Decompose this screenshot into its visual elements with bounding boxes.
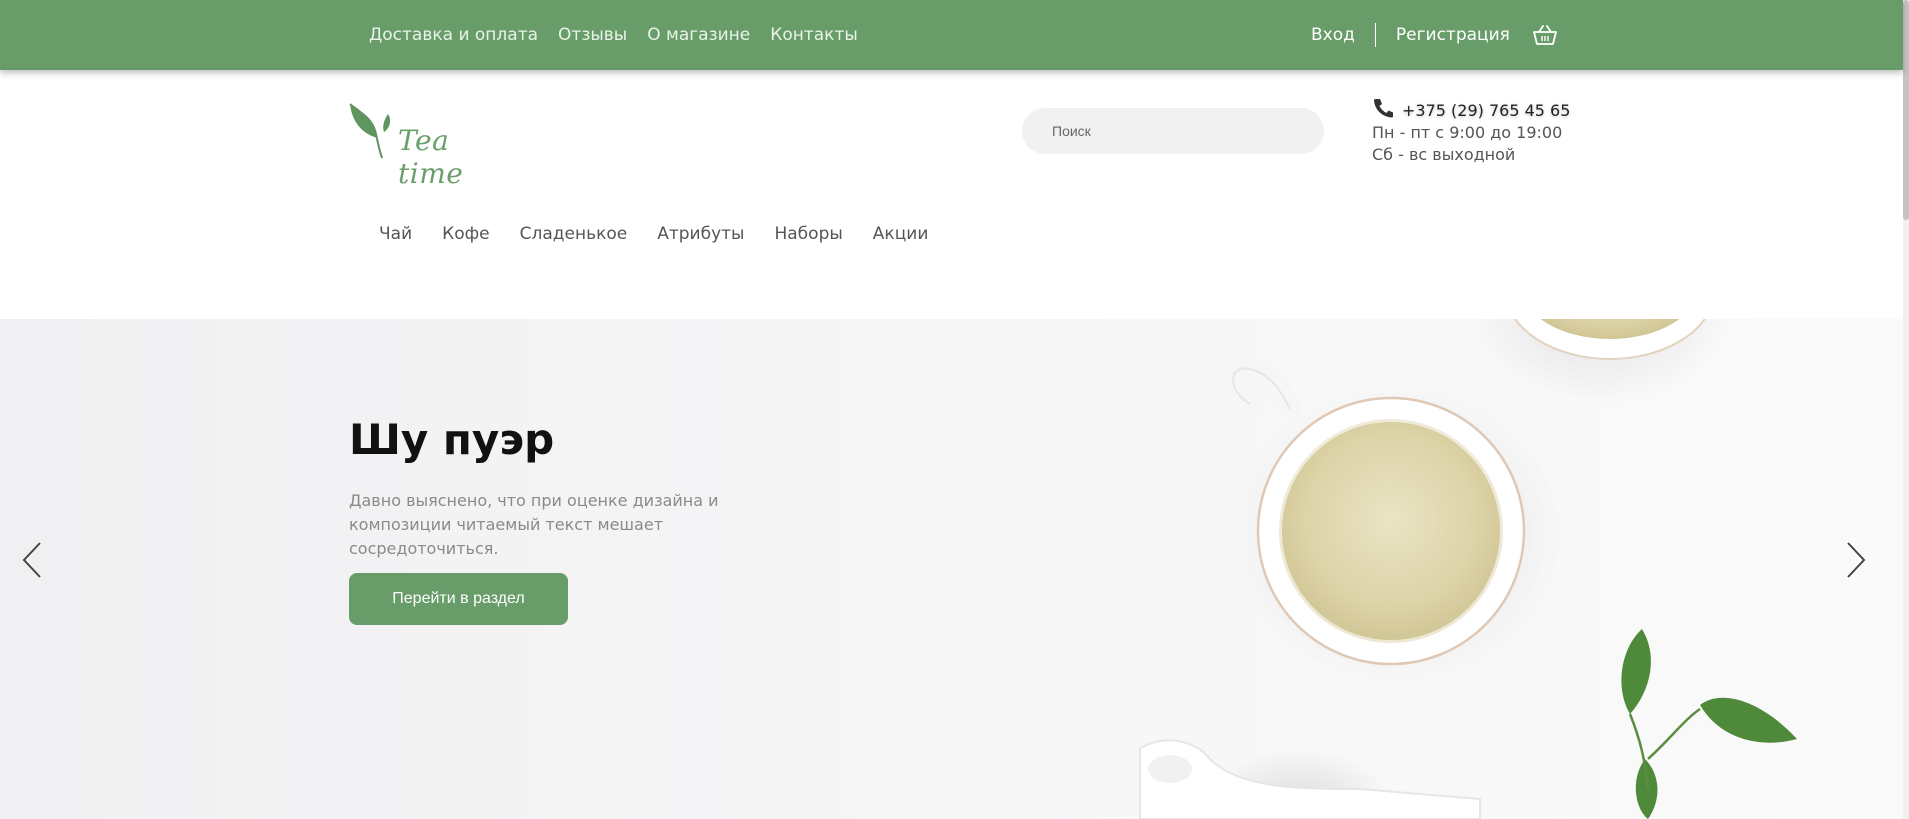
- auth-divider: [1374, 23, 1376, 47]
- hero-title: Шу пуэр: [349, 415, 555, 464]
- top-nav: Доставка и оплата Отзывы О магазине Конт…: [369, 0, 858, 70]
- contacts: +375 (29) 765 45 65 Пн - пт с 9:00 до 19…: [1372, 98, 1570, 166]
- chevron-left-icon[interactable]: [18, 540, 48, 580]
- phone-icon: [1372, 98, 1394, 122]
- page-scrollbar[interactable]: [1903, 0, 1909, 819]
- top-link-reviews[interactable]: Отзывы: [558, 25, 627, 45]
- top-bar: Доставка и оплата Отзывы О магазине Конт…: [0, 0, 1903, 70]
- top-link-delivery[interactable]: Доставка и оплата: [369, 25, 538, 45]
- login-link[interactable]: Вход: [1311, 25, 1355, 45]
- hero-slider: Шу пуэр Давно выяснено, что при оценке д…: [0, 319, 1903, 819]
- phone-number[interactable]: +375 (29) 765 45 65: [1402, 101, 1570, 120]
- go-to-section-button[interactable]: Перейти в раздел: [349, 573, 568, 625]
- nav-item-attributes[interactable]: Атрибуты: [657, 224, 744, 244]
- top-link-contacts[interactable]: Контакты: [770, 25, 858, 45]
- logo[interactable]: Tea time: [348, 102, 500, 190]
- hero-description: Давно выяснено, что при оценке дизайна и…: [349, 491, 719, 558]
- main-nav: Чай Кофе Сладенькое Атрибуты Наборы Акци…: [379, 224, 928, 244]
- chevron-right-icon[interactable]: [1840, 540, 1870, 580]
- leaf-logo-icon: [349, 103, 391, 159]
- nav-item-coffee[interactable]: Кофе: [442, 224, 489, 244]
- hours-weekend: Сб - вс выходной: [1372, 145, 1516, 164]
- tea-cups-image: [1139, 319, 1797, 819]
- nav-item-sets[interactable]: Наборы: [774, 224, 842, 244]
- nav-item-sales[interactable]: Акции: [873, 224, 929, 244]
- scrollbar-thumb[interactable]: [1903, 0, 1909, 220]
- nav-item-sweets[interactable]: Сладенькое: [520, 224, 628, 244]
- phone-row: +375 (29) 765 45 65: [1372, 98, 1570, 122]
- search-input[interactable]: [1022, 108, 1324, 154]
- basket-icon[interactable]: [1532, 24, 1558, 46]
- register-link[interactable]: Регистрация: [1396, 25, 1510, 45]
- logo-text: Tea time: [398, 124, 464, 190]
- top-link-about[interactable]: О магазине: [647, 25, 750, 45]
- auth-area: Вход Регистрация: [1311, 0, 1903, 70]
- nav-item-tea[interactable]: Чай: [379, 224, 412, 244]
- hours-weekday: Пн - пт с 9:00 до 19:00: [1372, 123, 1563, 142]
